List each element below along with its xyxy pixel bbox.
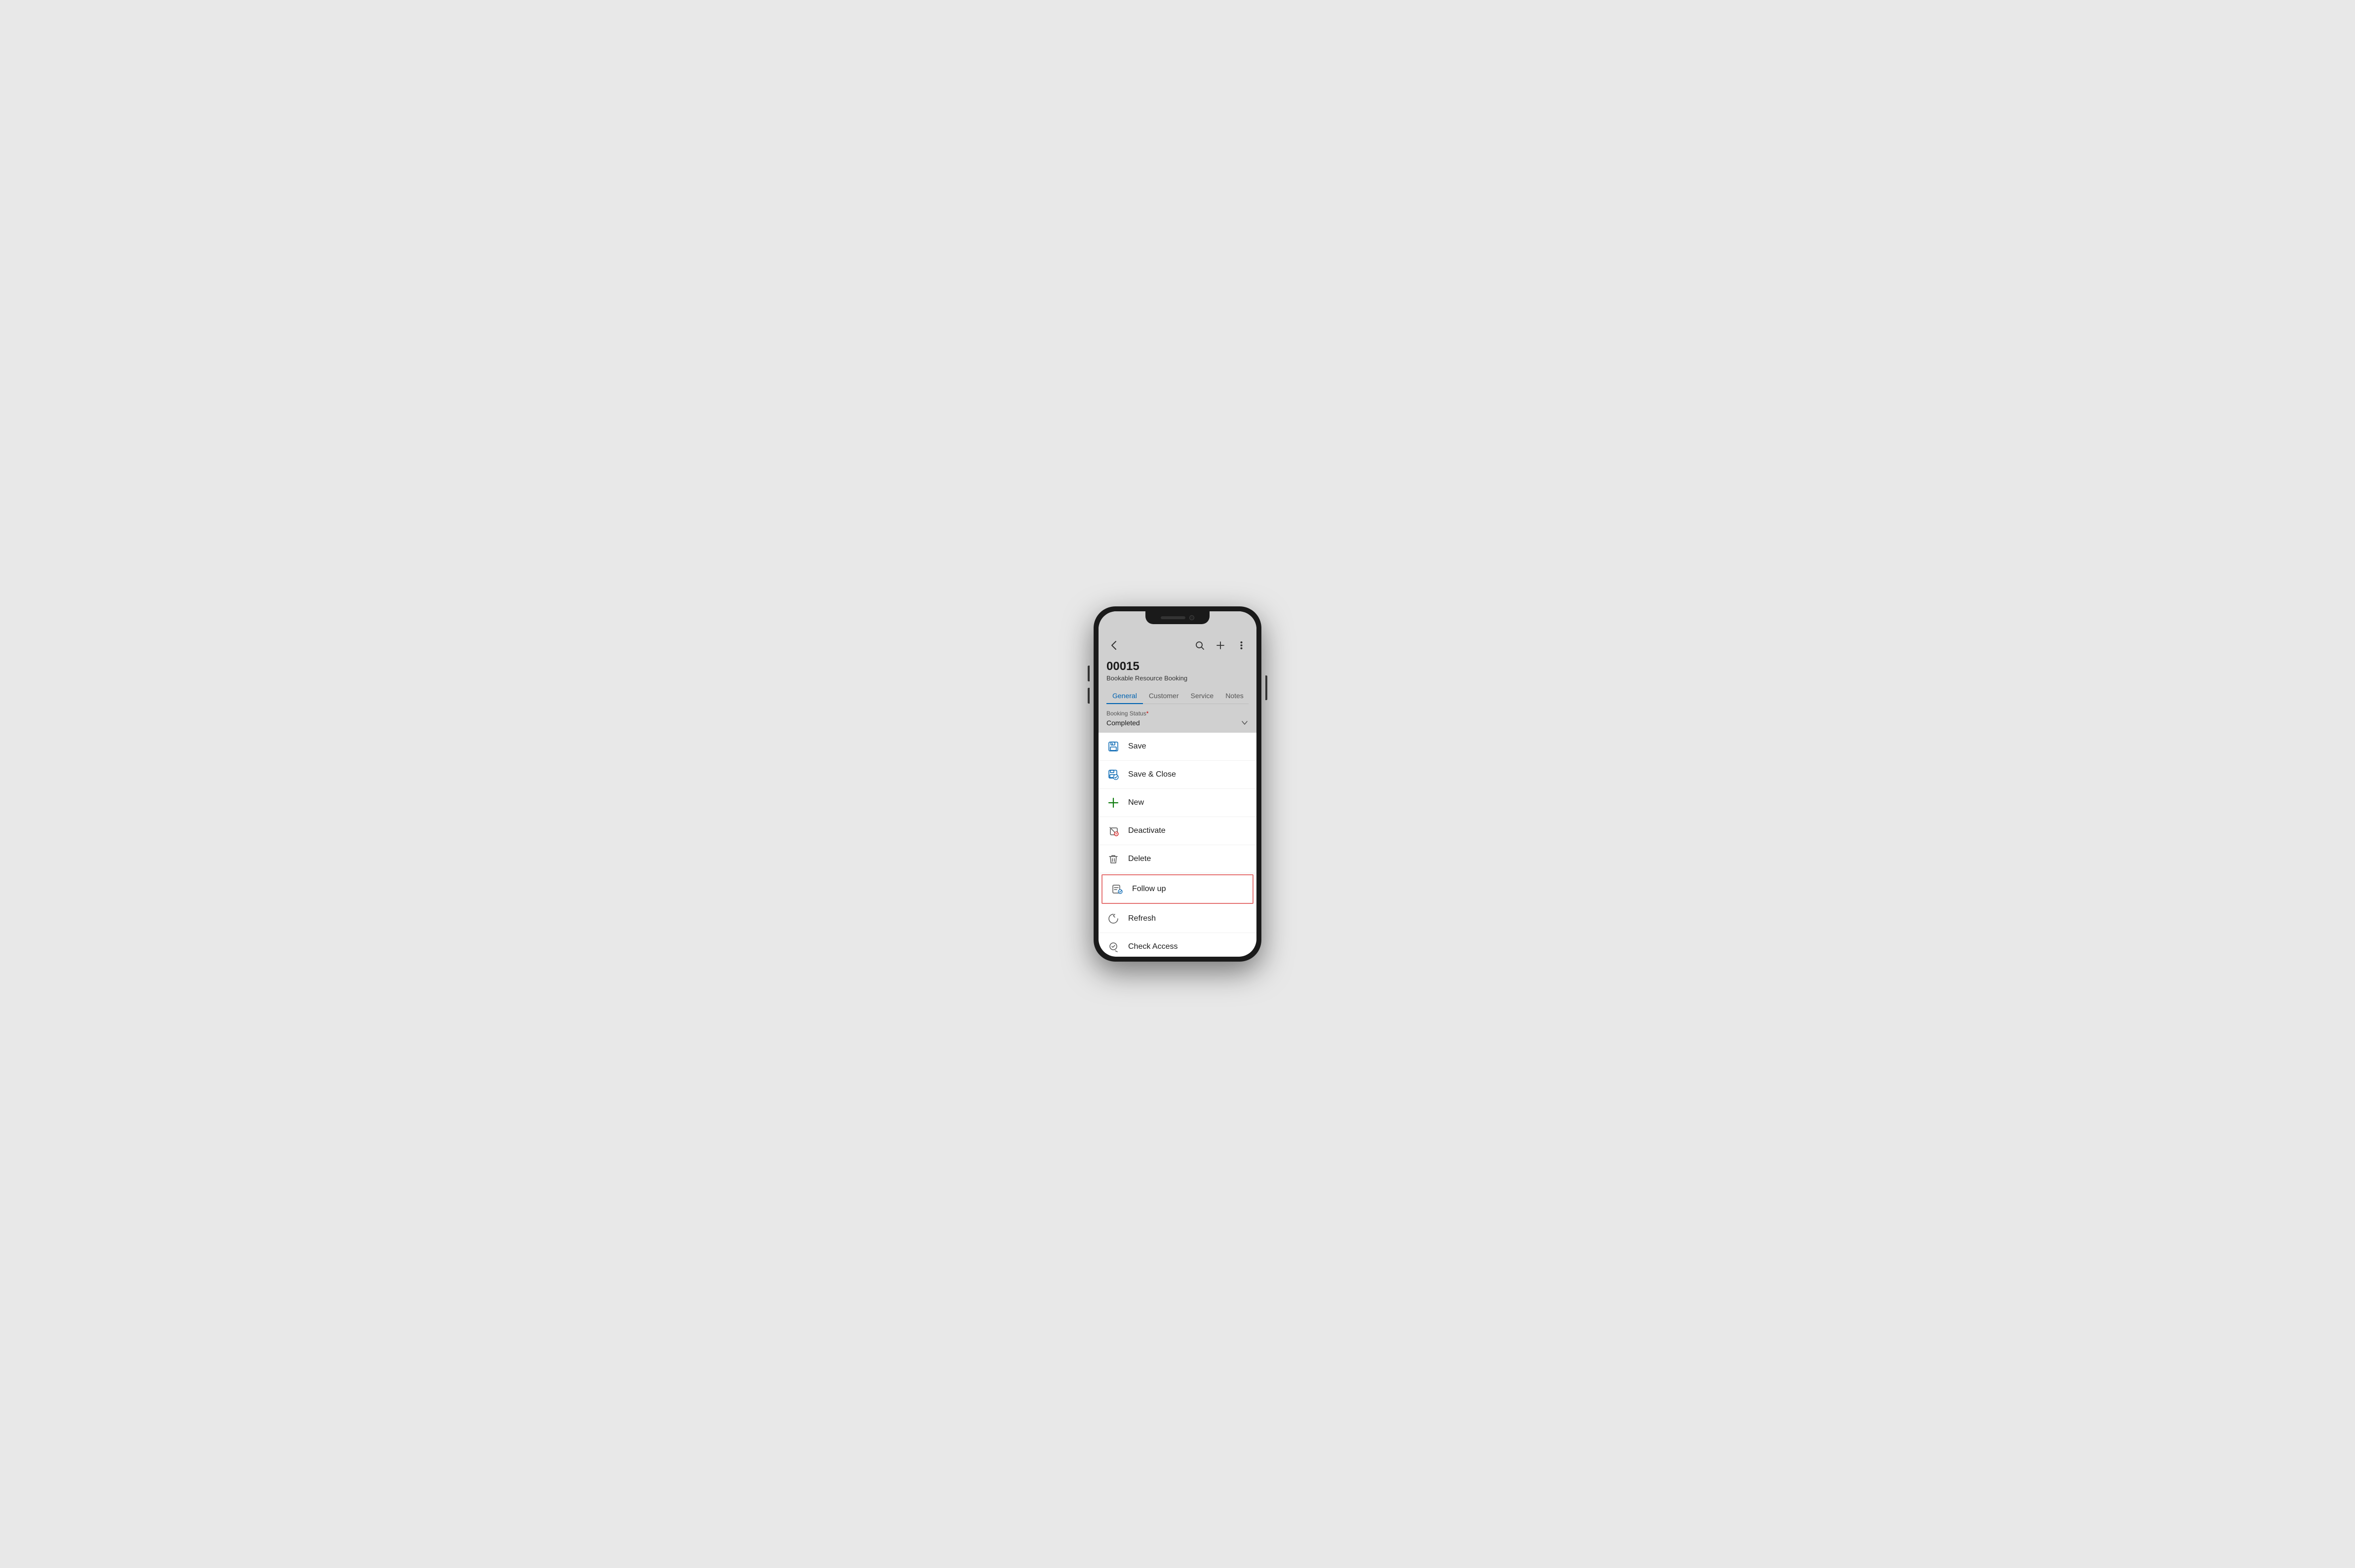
search-button[interactable]	[1192, 638, 1207, 653]
booking-status-label: Booking Status*	[1106, 710, 1249, 717]
menu-item-delete[interactable]: Delete	[1099, 845, 1256, 873]
app-screen: 00015 Bookable Resource Booking General …	[1099, 611, 1256, 957]
refresh-label: Refresh	[1128, 914, 1156, 923]
menu-item-save-close[interactable]: Save & Close	[1099, 761, 1256, 789]
save-icon	[1106, 740, 1120, 753]
save-close-label: Save & Close	[1128, 770, 1176, 779]
menu-item-refresh[interactable]: Refresh	[1099, 905, 1256, 933]
app-header: 00015 Bookable Resource Booking General …	[1099, 611, 1256, 733]
menu-item-new[interactable]: New	[1099, 789, 1256, 817]
save-label: Save	[1128, 742, 1146, 751]
chevron-down-icon	[1241, 719, 1249, 727]
menu-item-deactivate[interactable]: Deactivate	[1099, 817, 1256, 845]
phone-frame: 00015 Bookable Resource Booking General …	[1094, 606, 1261, 962]
new-icon	[1106, 796, 1120, 810]
tab-customer[interactable]: Customer	[1143, 688, 1185, 704]
phone-notch	[1145, 611, 1210, 624]
back-button[interactable]	[1106, 638, 1121, 653]
header-toolbar	[1106, 638, 1249, 658]
record-type: Bookable Resource Booking	[1106, 674, 1249, 688]
delete-label: Delete	[1128, 855, 1151, 863]
front-camera	[1189, 615, 1194, 620]
delete-icon	[1106, 852, 1120, 866]
menu-item-save[interactable]: Save	[1099, 733, 1256, 761]
refresh-icon	[1106, 912, 1120, 926]
deactivate-icon	[1106, 824, 1120, 838]
menu-list: Save Save & Close	[1099, 733, 1256, 957]
checkaccess-icon	[1106, 940, 1120, 954]
deactivate-label: Deactivate	[1128, 826, 1166, 835]
more-button[interactable]	[1234, 638, 1249, 653]
record-id: 00015	[1106, 658, 1249, 674]
required-indicator: *	[1146, 710, 1149, 717]
speaker	[1161, 616, 1185, 619]
tab-general[interactable]: General	[1106, 688, 1143, 704]
add-button[interactable]	[1213, 638, 1228, 653]
phone-screen: 00015 Bookable Resource Booking General …	[1099, 611, 1256, 957]
follow-up-label: Follow up	[1132, 885, 1166, 894]
new-label: New	[1128, 798, 1144, 807]
tab-service[interactable]: Service	[1185, 688, 1220, 704]
tabs-row: General Customer Service Notes	[1106, 688, 1249, 704]
menu-item-follow-up[interactable]: Follow up	[1102, 874, 1253, 904]
header-actions	[1192, 638, 1249, 653]
save-close-icon	[1106, 768, 1120, 782]
booking-status-section: Booking Status* Completed	[1106, 704, 1249, 733]
check-access-label: Check Access	[1128, 942, 1178, 951]
power-button	[1265, 675, 1267, 700]
booking-status-dropdown[interactable]: Completed	[1106, 719, 1249, 727]
tab-notes[interactable]: Notes	[1219, 688, 1250, 704]
menu-item-check-access[interactable]: Check Access	[1099, 933, 1256, 957]
followup-icon	[1110, 882, 1124, 896]
volume-up-button	[1088, 666, 1090, 681]
volume-down-button	[1088, 688, 1090, 704]
